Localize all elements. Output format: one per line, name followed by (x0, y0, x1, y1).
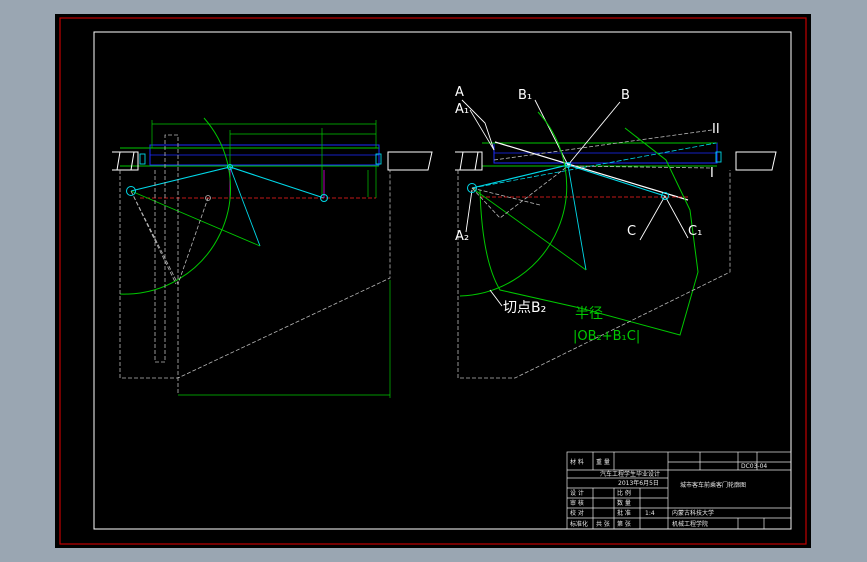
label-radius-formula: |OB₂+B₁C| (573, 329, 640, 344)
left-sweep-arc (119, 117, 231, 295)
tb-checker: 校 对 (570, 509, 584, 517)
left-hinge-left (139, 153, 146, 165)
tb-school-line2: 机械工程学院 (672, 520, 708, 528)
right-wall-stub-left (455, 151, 483, 171)
point-labels: A A₁ B₁ B II I A₂ C C₁ 切点B₂ (455, 85, 720, 316)
label-a: A (455, 85, 464, 100)
left-wall-stub-right (387, 151, 433, 171)
tb-sheet-no: 第 张 (617, 520, 631, 528)
cad-drawing: A A₁ B₁ B II I A₂ C C₁ 切点B₂ 半径 |OB₂+B₁C| (59, 17, 807, 545)
tb-designer: 设 计 (570, 489, 584, 497)
label-ii: II (712, 122, 720, 137)
tb-date: 2013年6月5日 (618, 479, 659, 487)
label-radius-title: 半径 (575, 306, 603, 322)
tb-ratio-value: 1:4 (645, 510, 655, 517)
right-line-a1 (469, 109, 495, 151)
outer-frame (59, 17, 807, 545)
right-line-a2 (465, 189, 473, 233)
cad-viewer: A A₁ B₁ B II I A₂ C C₁ 切点B₂ 半径 |OB₂+B₁C| (0, 0, 867, 562)
left-dim-bottom (178, 280, 391, 398)
tb-material: 材 料 (570, 458, 584, 466)
left-wall-stub-left (112, 151, 139, 171)
tb-drawing-no: DC03-04 (741, 463, 767, 470)
label-i: I (710, 166, 714, 181)
label-tangent-point: 切点B₂ (503, 300, 546, 316)
right-dashed-body (457, 170, 731, 379)
right-line-b (567, 101, 621, 166)
left-dashed-body (119, 134, 391, 395)
right-line-b-to-c (494, 141, 689, 201)
left-dashed-hinge (130, 190, 209, 286)
label-b: B (621, 88, 630, 103)
tb-qty-label: 数 量 (617, 499, 631, 507)
left-dim-top (151, 120, 377, 196)
left-view (112, 117, 433, 398)
label-c: C (627, 224, 636, 239)
label-a1: A₁ (455, 102, 469, 117)
label-c1: C₁ (688, 224, 702, 239)
tb-standard: 标准化 (570, 520, 588, 528)
tb-reviewer: 审 核 (570, 499, 584, 507)
right-wall-stub-right (735, 151, 777, 171)
tangent-leader (489, 289, 503, 307)
tb-approve: 批 准 (617, 509, 631, 517)
tb-ratio-label: 比 例 (617, 489, 631, 497)
left-link-arm (229, 166, 261, 247)
label-b1: B₁ (518, 88, 532, 103)
tb-course: 汽车工程学生毕业设计 (600, 470, 660, 478)
left-linkage (130, 166, 325, 199)
tb-drawing-title: 城市客车前乘客门轮廓图 (680, 481, 746, 489)
right-dashed-hinge (471, 165, 569, 219)
right-sweep-arc (459, 111, 568, 297)
tb-sheets-total: 共 张 (596, 520, 610, 528)
tb-weight: 重 量 (596, 458, 610, 466)
left-arc-radius (130, 190, 261, 247)
tb-school-line1: 内蒙古科技大学 (672, 509, 714, 517)
inner-frame (93, 31, 792, 530)
right-line-c (639, 195, 689, 241)
right-line-ii (493, 129, 713, 161)
right-arc-radius (471, 187, 587, 271)
right-link-arm (567, 164, 587, 271)
label-a2: A₂ (455, 229, 469, 244)
